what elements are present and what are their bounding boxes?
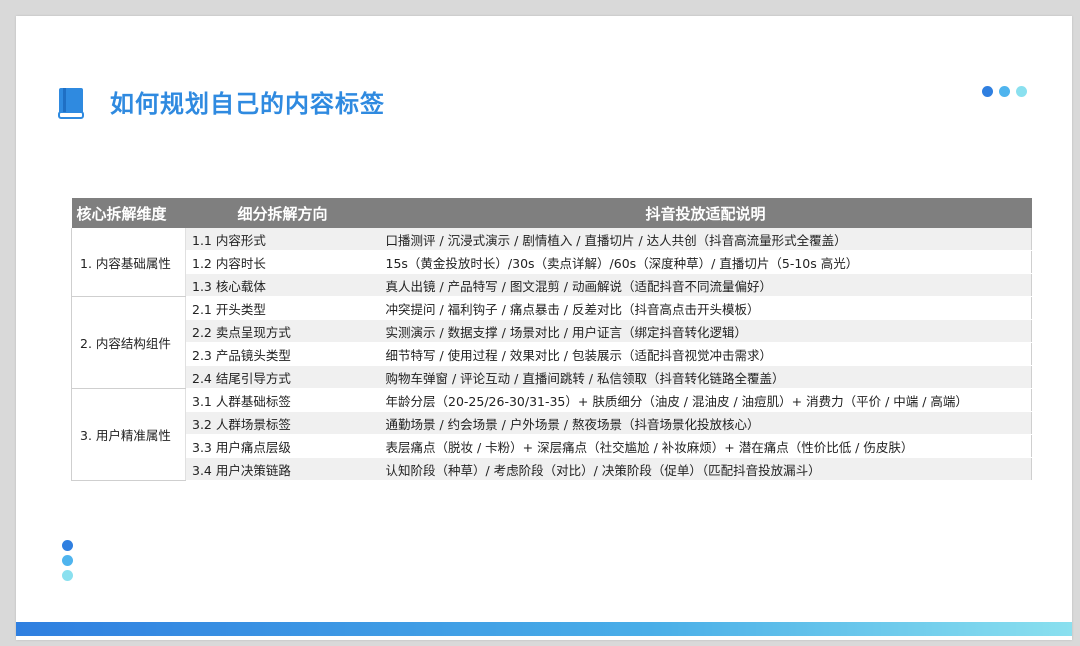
direction-cell: 1.3 核心载体	[185, 273, 380, 297]
description-cell: 细节特写 / 使用过程 / 效果对比 / 包装展示（适配抖音视觉冲击需求）	[379, 342, 1032, 366]
direction-cell: 2.2 卖点呈现方式	[185, 319, 380, 343]
decor-dot	[62, 540, 73, 551]
direction-cell: 3.1 人群基础标签	[185, 388, 380, 412]
table-row: 1.3 核心载体 真人出镜 / 产品特写 / 图文混剪 / 动画解说（适配抖音不…	[72, 273, 1032, 297]
table-row: 1.2 内容时长 15s（黄金投放时长）/30s（卖点详解）/60s（深度种草）…	[72, 250, 1032, 274]
direction-cell: 2.1 开头类型	[185, 296, 380, 320]
decor-dot	[982, 86, 993, 97]
decor-dots-left	[62, 540, 73, 581]
description-cell: 表层痛点（脱妆 / 卡粉）+ 深层痛点（社交尴尬 / 补妆麻烦）+ 潜在痛点（性…	[379, 434, 1032, 458]
header-dimension: 核心拆解维度	[71, 198, 186, 228]
description-cell: 冲突提问 / 福利钩子 / 痛点暴击 / 反差对比（抖音高点击开头模板）	[379, 296, 1032, 320]
direction-cell: 1.1 内容形式	[185, 228, 380, 251]
dimension-cell: 3. 用户精准属性	[71, 388, 186, 481]
direction-cell: 3.2 人群场景标签	[185, 411, 380, 435]
header-description: 抖音投放适配说明	[379, 198, 1032, 228]
table-row: 3.3 用户痛点层级 表层痛点（脱妆 / 卡粉）+ 深层痛点（社交尴尬 / 补妆…	[72, 434, 1032, 458]
direction-cell: 1.2 内容时长	[185, 250, 380, 274]
table-row: 2.2 卖点呈现方式 实测演示 / 数据支撑 / 场景对比 / 用户证言（绑定抖…	[72, 319, 1032, 343]
decor-dot	[62, 570, 73, 581]
description-cell: 口播测评 / 沉浸式演示 / 剧情植入 / 直播切片 / 达人共创（抖音高流量形…	[379, 228, 1032, 251]
book-icon	[58, 88, 84, 119]
dimension-cell: 2. 内容结构组件	[71, 296, 186, 389]
direction-cell: 3.3 用户痛点层级	[185, 434, 380, 458]
description-cell: 真人出镜 / 产品特写 / 图文混剪 / 动画解说（适配抖音不同流量偏好）	[379, 273, 1032, 297]
description-cell: 购物车弹窗 / 评论互动 / 直播间跳转 / 私信领取（抖音转化链路全覆盖）	[379, 365, 1032, 389]
table-row: 2.4 结尾引导方式 购物车弹窗 / 评论互动 / 直播间跳转 / 私信领取（抖…	[72, 365, 1032, 389]
direction-cell: 2.3 产品镜头类型	[185, 342, 380, 366]
decor-dot	[1016, 86, 1027, 97]
slide: 如何规划自己的内容标签 核心拆解维度 细分拆解方向 抖音投放适配说明 1. 内容…	[16, 16, 1072, 640]
description-cell: 15s（黄金投放时长）/30s（卖点详解）/60s（深度种草）/ 直播切片（5-…	[379, 250, 1032, 274]
direction-cell: 3.4 用户决策链路	[185, 457, 380, 481]
header-direction: 细分拆解方向	[185, 198, 380, 228]
table-row: 3.2 人群场景标签 通勤场景 / 约会场景 / 户外场景 / 熬夜场景（抖音场…	[72, 411, 1032, 435]
description-cell: 年龄分层（20-25/26-30/31-35）+ 肤质细分（油皮 / 混油皮 /…	[379, 388, 1032, 412]
decor-dots-top	[982, 86, 1027, 97]
table-header-row: 核心拆解维度 细分拆解方向 抖音投放适配说明	[71, 198, 1032, 228]
description-cell: 认知阶段（种草）/ 考虑阶段（对比）/ 决策阶段（促单）（匹配抖音投放漏斗）	[379, 457, 1032, 481]
decor-dot	[62, 555, 73, 566]
direction-cell: 2.4 结尾引导方式	[185, 365, 380, 389]
page-title: 如何规划自己的内容标签	[110, 90, 385, 118]
footer-gradient-bar	[16, 622, 1072, 636]
table-row: 1. 内容基础属性 1.1 内容形式 口播测评 / 沉浸式演示 / 剧情植入 /…	[71, 228, 1032, 297]
table-row: 2. 内容结构组件 2.1 开头类型 冲突提问 / 福利钩子 / 痛点暴击 / …	[71, 296, 1032, 389]
dimension-cell: 1. 内容基础属性	[71, 228, 186, 297]
table-row: 2.3 产品镜头类型 细节特写 / 使用过程 / 效果对比 / 包装展示（适配抖…	[72, 342, 1032, 366]
table-row: 3.4 用户决策链路 认知阶段（种草）/ 考虑阶段（对比）/ 决策阶段（促单）（…	[72, 457, 1032, 481]
description-cell: 实测演示 / 数据支撑 / 场景对比 / 用户证言（绑定抖音转化逻辑）	[379, 319, 1032, 343]
table-row: 3. 用户精准属性 3.1 人群基础标签 年龄分层（20-25/26-30/31…	[71, 388, 1032, 481]
description-cell: 通勤场景 / 约会场景 / 户外场景 / 熬夜场景（抖音场景化投放核心）	[379, 411, 1032, 435]
content-tag-table: 核心拆解维度 细分拆解方向 抖音投放适配说明 1. 内容基础属性 1.1 内容形…	[71, 198, 1032, 481]
decor-dot	[999, 86, 1010, 97]
